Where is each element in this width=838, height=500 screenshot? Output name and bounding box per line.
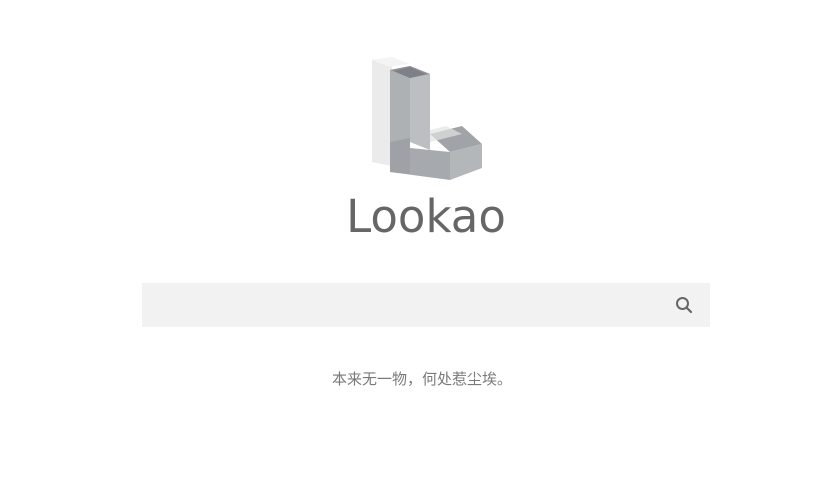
search-button[interactable] bbox=[670, 291, 698, 319]
home-page: Lookao 本来无一物，何处惹尘埃。 bbox=[0, 0, 838, 500]
search-icon bbox=[676, 297, 693, 314]
tagline: 本来无一物，何处惹尘埃。 bbox=[331, 370, 512, 388]
brand-name: Lookao bbox=[346, 190, 506, 243]
search-bar bbox=[142, 283, 710, 327]
letter-l-3d-logo-icon bbox=[366, 54, 486, 184]
search-input[interactable] bbox=[142, 283, 662, 327]
